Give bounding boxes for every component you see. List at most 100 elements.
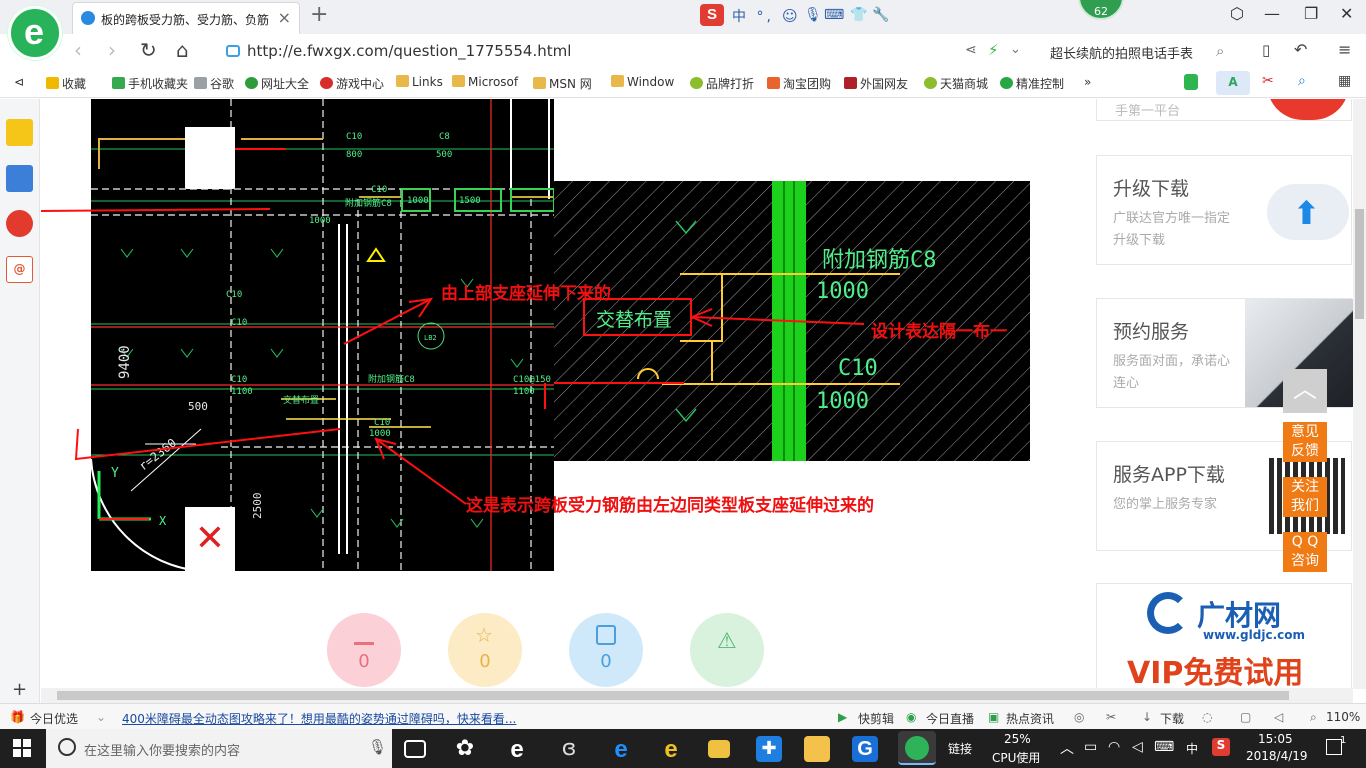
gcw-ad-card[interactable]: 广材网 www.gldjc.com VIP免费试用: [1096, 583, 1352, 688]
mobile-icon[interactable]: ▯: [1262, 41, 1270, 59]
sogou-tray-icon[interactable]: S: [1212, 738, 1230, 756]
upgrade-download-card[interactable]: 升级下载 广联达官方唯一指定升级下载 ⬆: [1096, 155, 1352, 265]
like-button[interactable]: 0: [327, 613, 401, 687]
sogou-ime-toolbar[interactable]: S 中 °, ☺ 🎙 ⌨ 👕 🔧: [700, 3, 910, 29]
scroll-thumb[interactable]: [1355, 209, 1364, 319]
search-box[interactable]: 超长续航的拍照电话手表 ⌕: [1040, 38, 1240, 64]
home-icon[interactable]: ⌂: [176, 38, 189, 62]
wrench-icon[interactable]: 🔧: [872, 7, 889, 23]
sidebar-toggle-icon[interactable]: ⊲: [14, 75, 24, 89]
bookmark-item[interactable]: 收藏: [46, 75, 86, 92]
mic-icon[interactable]: 🎙: [804, 7, 822, 23]
sound-icon[interactable]: ◁: [1274, 710, 1283, 724]
back-to-top-icon[interactable]: ︿: [1283, 369, 1327, 413]
clock-time[interactable]: 15:05: [1258, 732, 1293, 746]
internet-explorer-icon[interactable]: e: [658, 736, 684, 763]
tab-close-icon[interactable]: ×: [278, 8, 291, 27]
bookmark-item[interactable]: Links: [396, 75, 443, 89]
keyboard-icon[interactable]: ⌨: [1154, 739, 1174, 755]
forward-icon[interactable]: ›: [108, 38, 116, 62]
scissors-icon[interactable]: ✂: [1262, 73, 1274, 89]
window-icon[interactable]: ▢: [1240, 710, 1251, 724]
hot-news-link[interactable]: 热点资讯: [1006, 710, 1054, 727]
zoom-level[interactable]: 110%: [1326, 710, 1360, 724]
taskbar-search-placeholder[interactable]: 在这里输入你要搜索的内容: [84, 740, 240, 759]
pin-icon[interactable]: ⬡: [1230, 4, 1244, 23]
more-bookmarks-icon[interactable]: »: [1084, 75, 1091, 89]
glodon-app-icon[interactable]: G: [852, 736, 878, 762]
close-window-icon[interactable]: ✕: [1340, 4, 1353, 23]
refresh-icon[interactable]: ↻: [140, 38, 157, 62]
bookmark-item[interactable]: 精准控制: [1000, 75, 1064, 92]
minimize-icon[interactable]: —: [1264, 4, 1280, 23]
tray-expand-icon[interactable]: ︿: [1060, 738, 1074, 758]
download-link[interactable]: 下载: [1160, 710, 1184, 727]
browser-tab[interactable]: 板的跨板受力筋、受力筋、负筋 ×: [72, 2, 300, 34]
sidebar-card-top[interactable]: 手第一平台: [1096, 99, 1352, 121]
bookmark-item[interactable]: Window: [611, 75, 674, 89]
menu-icon[interactable]: ≡: [1338, 40, 1351, 59]
fan-app-icon[interactable]: ✿: [452, 736, 478, 762]
links-toolbar[interactable]: 链接: [948, 740, 972, 757]
wifi-icon[interactable]: ◠: [1108, 739, 1120, 755]
add-icon[interactable]: +: [12, 679, 27, 700]
qq-consult-button[interactable]: Q Q 咨询: [1283, 532, 1327, 572]
task-view-icon[interactable]: [404, 740, 426, 758]
url-text[interactable]: http://e.fwxgx.com/question_1775554.html: [247, 42, 571, 60]
favorites-star-icon[interactable]: [6, 119, 33, 146]
shield-icon[interactable]: [1184, 74, 1198, 90]
bookmark-item[interactable]: 游戏中心: [320, 75, 384, 92]
search-tool-icon[interactable]: ⌕: [1298, 73, 1306, 89]
live-link[interactable]: 今日直播: [926, 710, 974, 727]
follow-us-button[interactable]: 关注 我们: [1283, 477, 1327, 517]
ime-indicator[interactable]: 中: [1186, 740, 1198, 757]
tools-icon[interactable]: ✂: [1106, 710, 1116, 724]
browser-logo[interactable]: [8, 6, 62, 60]
ie-icon[interactable]: e: [504, 736, 530, 763]
translate-icon[interactable]: A: [1216, 71, 1250, 95]
search-icon[interactable]: ⌕: [1216, 42, 1224, 60]
new-tab-button[interactable]: +: [310, 2, 328, 27]
history-icon[interactable]: ◌: [1202, 710, 1212, 724]
scroll-thumb[interactable]: [57, 691, 1289, 700]
volume-icon[interactable]: ◁: [1132, 739, 1143, 755]
vertical-scrollbar[interactable]: [1353, 99, 1366, 689]
email-icon[interactable]: @: [6, 256, 33, 283]
battery-icon[interactable]: ▭: [1084, 739, 1097, 755]
undo-icon[interactable]: ↶: [1294, 40, 1307, 59]
today-picks[interactable]: 今日优选: [30, 710, 78, 727]
speed-icon[interactable]: ⚡: [988, 41, 999, 59]
address-bar[interactable]: http://e.fwxgx.com/question_1775554.html…: [220, 38, 1040, 64]
share-icon[interactable]: ⋖: [965, 42, 977, 58]
bookmark-item[interactable]: 品牌打折: [690, 75, 754, 92]
back-icon[interactable]: ‹: [74, 38, 82, 62]
bookmark-item[interactable]: 网址大全: [245, 75, 309, 92]
notification-badge[interactable]: 62: [1078, 0, 1124, 20]
reading-list-icon[interactable]: [6, 165, 33, 192]
windows-start-icon[interactable]: [13, 739, 31, 757]
notes-app-icon[interactable]: [804, 736, 830, 762]
keyboard-icon[interactable]: ⌨: [824, 7, 844, 23]
bookmark-item[interactable]: 天猫商城: [924, 75, 988, 92]
report-button[interactable]: ⚠: [690, 613, 764, 687]
share-button[interactable]: 0: [569, 613, 643, 687]
chevron-down-icon[interactable]: ⌄: [1010, 42, 1021, 57]
swirl-app-icon[interactable]: ɞ: [556, 736, 582, 762]
feedback-button[interactable]: 意见 反馈: [1283, 422, 1327, 462]
clock-date[interactable]: 2018/4/19: [1246, 749, 1308, 763]
mic-icon[interactable]: 🎙: [368, 738, 387, 756]
favorite-button[interactable]: ☆ 0: [448, 613, 522, 687]
add-app-icon[interactable]: ✚: [756, 736, 782, 762]
search-text[interactable]: 超长续航的拍照电话手表: [1050, 43, 1193, 62]
horizontal-scrollbar[interactable]: [41, 688, 1353, 703]
taskbar-search[interactable]: 在这里输入你要搜索的内容 🎙: [46, 729, 392, 768]
edge-icon[interactable]: e: [608, 736, 634, 763]
browser-taskbar-item[interactable]: [898, 731, 936, 765]
weibo-icon[interactable]: [6, 210, 33, 237]
bookmark-item[interactable]: 淘宝团购: [767, 75, 831, 92]
skin-icon[interactable]: 👕: [850, 7, 867, 23]
news-ticker-link[interactable]: 400米障碍最全动态图攻略来了！想用最酷的姿势通过障碍吗，快来看看...: [122, 710, 516, 727]
maximize-icon[interactable]: ❐: [1304, 4, 1318, 23]
quick-cut-link[interactable]: 快剪辑: [858, 710, 894, 727]
speed-icon[interactable]: ◎: [1074, 710, 1084, 724]
